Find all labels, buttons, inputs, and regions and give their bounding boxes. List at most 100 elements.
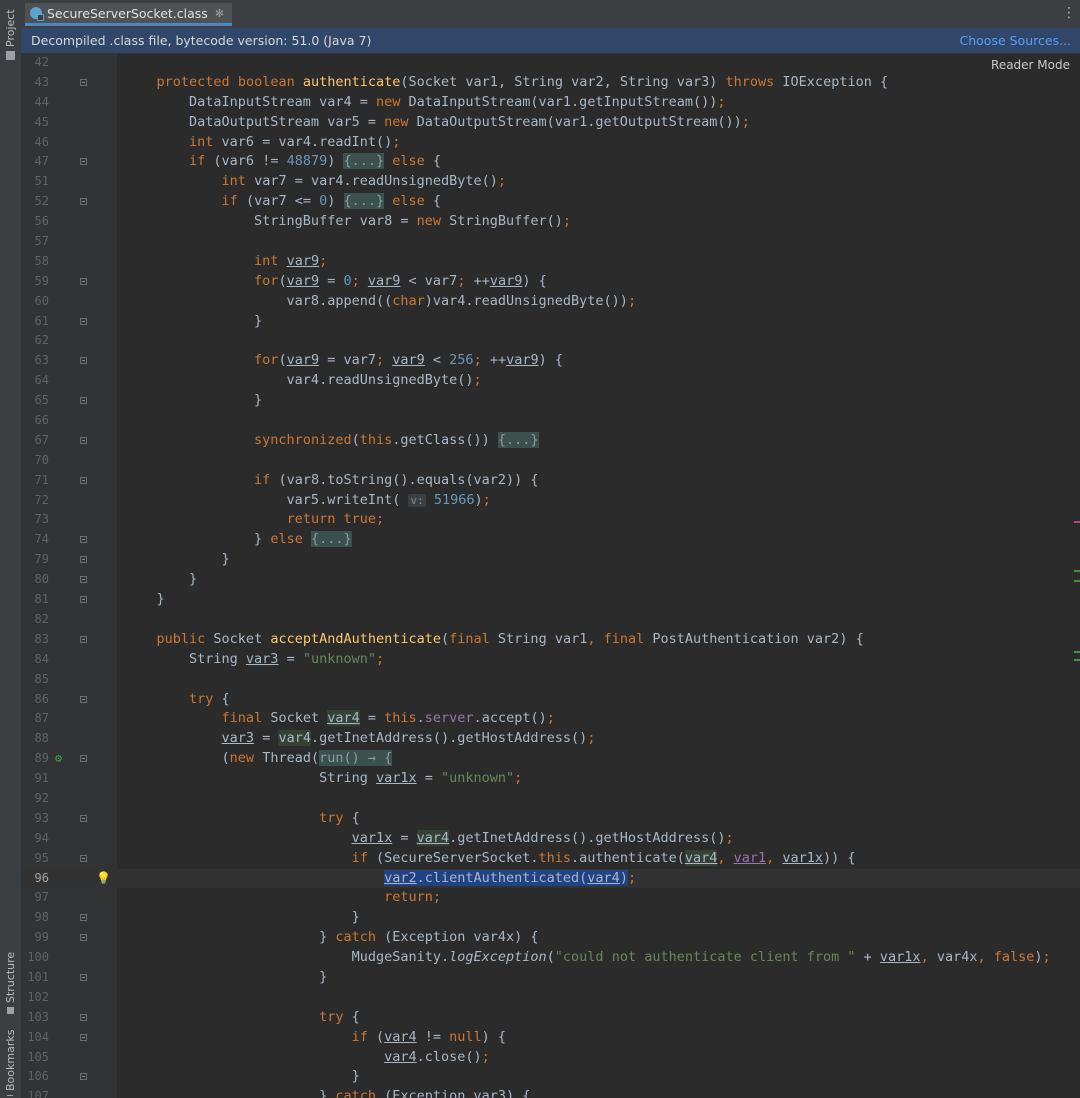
code-text[interactable]: int var7 = var4.readUnsignedByte(); [124, 172, 507, 192]
code-line[interactable]: 66 [21, 411, 1080, 431]
code-text[interactable]: return; [124, 888, 441, 908]
fold-toggle-icon[interactable] [80, 914, 87, 922]
code-line[interactable]: 93 try { [21, 809, 1080, 829]
line-number[interactable]: 101 [21, 968, 49, 988]
code-line[interactable]: 88 var3 = var4.getInetAddress().getHostA… [21, 729, 1080, 749]
code-text[interactable]: int var9; [124, 252, 327, 272]
line-number[interactable]: 87 [21, 709, 49, 729]
code-line[interactable]: 95 if (SecureServerSocket.this.authentic… [21, 849, 1080, 869]
line-number[interactable]: 47 [21, 152, 49, 172]
fold-toggle-icon[interactable] [80, 198, 87, 206]
intention-bulb-icon[interactable]: 💡 [96, 869, 111, 889]
code-text[interactable]: try { [124, 1008, 360, 1028]
fold-toggle-icon[interactable] [80, 854, 87, 862]
line-number[interactable]: 99 [21, 928, 49, 948]
line-number[interactable]: 73 [21, 510, 49, 530]
code-line[interactable]: 87 final Socket var4 = this.server.accep… [21, 709, 1080, 729]
code-text[interactable]: var3 = var4.getInetAddress().getHostAddr… [124, 729, 595, 749]
code-line[interactable]: 98 } [21, 908, 1080, 928]
code-line[interactable]: 64 var4.readUnsignedByte(); [21, 371, 1080, 391]
code-text[interactable]: MudgeSanity.logException("could not auth… [124, 948, 1051, 968]
line-number[interactable]: 94 [21, 829, 49, 849]
line-number[interactable]: 107 [21, 1087, 49, 1098]
line-number[interactable]: 45 [21, 113, 49, 133]
fold-toggle-icon[interactable] [80, 973, 87, 981]
code-text[interactable]: if (var8.toString().equals(var2)) { [124, 471, 538, 491]
code-text[interactable]: } [124, 968, 327, 988]
fold-toggle-icon[interactable] [80, 576, 87, 584]
fold-toggle-icon[interactable] [80, 78, 87, 86]
code-line[interactable]: 81 } [21, 590, 1080, 610]
code-text[interactable]: } [124, 312, 262, 332]
line-number[interactable]: 79 [21, 550, 49, 570]
line-number[interactable]: 89 [21, 749, 49, 769]
code-line[interactable]: 67 synchronized(this.getClass()) {...} [21, 431, 1080, 451]
code-line[interactable]: 59 for(var9 = 0; var9 < var7; ++var9) { [21, 272, 1080, 292]
line-number[interactable]: 104 [21, 1028, 49, 1048]
fold-toggle-icon[interactable] [80, 695, 87, 703]
code-text[interactable]: if (var7 <= 0) {...} else { [124, 192, 441, 212]
code-line[interactable]: 97 return; [21, 888, 1080, 908]
code-line[interactable]: 82 [21, 610, 1080, 630]
fold-toggle-icon[interactable] [80, 934, 87, 942]
code-line[interactable]: 92 [21, 789, 1080, 809]
code-text[interactable]: var8.append((char)var4.readUnsignedByte(… [124, 292, 637, 312]
code-line[interactable]: 51 int var7 = var4.readUnsignedByte(); [21, 172, 1080, 192]
line-number[interactable]: 72 [21, 491, 49, 511]
line-number[interactable]: 106 [21, 1067, 49, 1087]
code-line[interactable]: 106 } [21, 1067, 1080, 1087]
line-number[interactable]: 67 [21, 431, 49, 451]
code-text[interactable]: int var6 = var4.readInt(); [124, 133, 400, 153]
line-number[interactable]: 61 [21, 312, 49, 332]
editor-tab-securesersocket[interactable]: SecureServerSocket.class ✻ [25, 3, 233, 26]
code-line[interactable]: 58 int var9; [21, 252, 1080, 272]
project-tool-tab[interactable]: Project [1, 8, 20, 60]
code-line[interactable]: 73 return true; [21, 510, 1080, 530]
line-number[interactable]: 44 [21, 93, 49, 113]
code-line[interactable]: 89 ⚙ (new Thread(run() → { [21, 749, 1080, 769]
fold-toggle-icon[interactable] [80, 596, 87, 604]
line-number[interactable]: 84 [21, 650, 49, 670]
code-line[interactable]: 84 String var3 = "unknown"; [21, 650, 1080, 670]
line-number[interactable]: 42 [21, 53, 49, 73]
line-number[interactable]: 65 [21, 391, 49, 411]
code-text[interactable]: protected boolean authenticate(Socket va… [124, 73, 889, 93]
code-text[interactable]: } else {...} [124, 530, 352, 550]
bookmarks-tool-tab[interactable]: Bookmarks [1, 1030, 20, 1096]
code-text[interactable]: } [124, 590, 165, 610]
line-number[interactable]: 80 [21, 570, 49, 590]
code-line[interactable]: 44 DataInputStream var4 = new DataInputS… [21, 93, 1080, 113]
line-number[interactable]: 103 [21, 1008, 49, 1028]
code-line[interactable]: 101 } [21, 968, 1080, 988]
line-number[interactable]: 96 [21, 869, 49, 889]
line-number[interactable]: 43 [21, 73, 49, 93]
line-number[interactable]: 98 [21, 908, 49, 928]
more-options-icon[interactable]: ⋮ [1062, 6, 1076, 20]
code-line[interactable]: 43 protected boolean authenticate(Socket… [21, 73, 1080, 93]
code-line[interactable]: 46 int var6 = var4.readInt(); [21, 133, 1080, 153]
editor-scrollbar[interactable] [1074, 53, 1080, 1098]
fold-toggle-icon[interactable] [80, 317, 87, 325]
code-text[interactable]: (new Thread(run() → { [124, 749, 393, 769]
reader-mode-button[interactable]: Reader Mode [991, 58, 1070, 72]
fold-toggle-icon[interactable] [80, 1073, 87, 1081]
code-text[interactable]: for(var9 = var7; var9 < 256; ++var9) { [124, 351, 563, 371]
code-line[interactable]: 57 [21, 232, 1080, 252]
line-number[interactable]: 102 [21, 988, 49, 1008]
code-text[interactable]: if (var6 != 48879) {...} else { [124, 152, 441, 172]
code-text[interactable]: var1x = var4.getInetAddress().getHostAdd… [124, 829, 734, 849]
line-number[interactable]: 86 [21, 690, 49, 710]
line-number[interactable]: 81 [21, 590, 49, 610]
code-text[interactable]: public Socket acceptAndAuthenticate(fina… [124, 630, 864, 650]
fold-toggle-icon[interactable] [80, 397, 87, 405]
line-number[interactable]: 46 [21, 133, 49, 153]
code-line[interactable]: 79 } [21, 550, 1080, 570]
line-number[interactable]: 63 [21, 351, 49, 371]
line-number[interactable]: 82 [21, 610, 49, 630]
line-number[interactable]: 59 [21, 272, 49, 292]
code-line[interactable]: 85 [21, 670, 1080, 690]
fold-toggle-icon[interactable] [80, 436, 87, 444]
code-text[interactable]: for(var9 = 0; var9 < var7; ++var9) { [124, 272, 547, 292]
fold-toggle-icon[interactable] [80, 755, 87, 763]
code-text[interactable]: DataOutputStream var5 = new DataOutputSt… [124, 113, 750, 133]
